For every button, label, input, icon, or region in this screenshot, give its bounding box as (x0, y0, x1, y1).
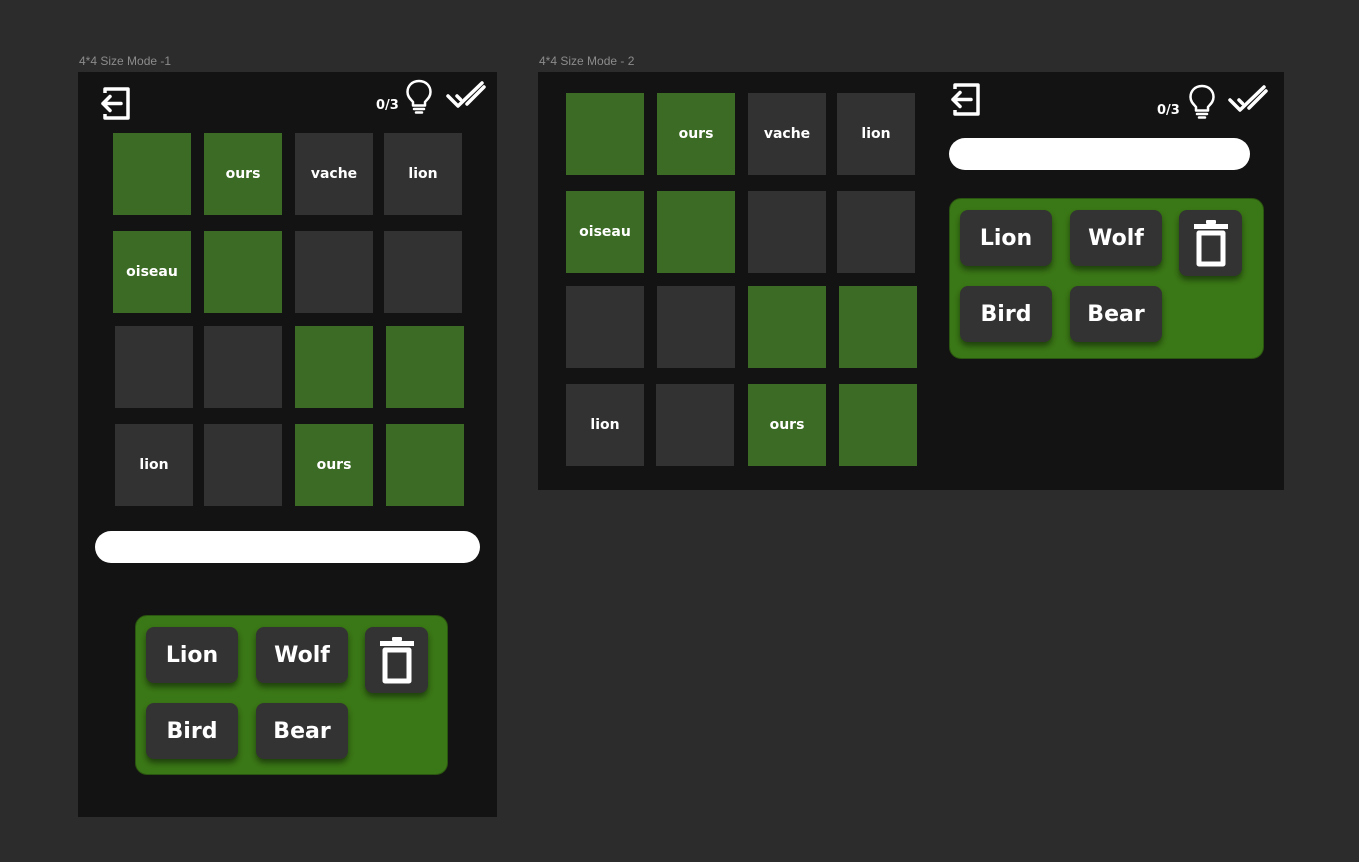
grid-cell[interactable] (657, 286, 735, 368)
frame-label-mode-2: 4*4 Size Mode - 2 (539, 54, 635, 68)
grid-cell[interactable] (656, 384, 734, 466)
grid-cell[interactable] (204, 424, 282, 506)
grid-cell-text: ours (769, 417, 805, 433)
grid-cell[interactable] (566, 286, 644, 368)
grid-cell[interactable]: ours (748, 384, 826, 466)
grid-cell-text: lion (139, 457, 169, 473)
frame-mode-1: 0/3 ours vache lion oiseau lion ours Lio… (78, 72, 497, 817)
double-check-icon (1228, 85, 1268, 112)
word-chip-bird[interactable]: Bird (146, 703, 238, 759)
frame-label-mode-1: 4*4 Size Mode -1 (79, 54, 172, 68)
grid-cell-text: ours (678, 126, 714, 142)
double-check-icon (446, 81, 486, 108)
word-chip-wolf[interactable]: Wolf (256, 627, 348, 683)
word-chip-lion[interactable]: Lion (960, 210, 1052, 266)
grid-cell-text: ours (225, 166, 261, 182)
grid-cell[interactable]: ours (204, 133, 282, 215)
grid-cell[interactable]: lion (837, 93, 915, 175)
grid-cell-text: vache (763, 126, 811, 142)
word-bank-panel: Lion Wolf Bird Bear (949, 198, 1264, 359)
grid-cell[interactable]: ours (657, 93, 735, 175)
lightbulb-icon (1189, 84, 1215, 119)
word-bank-panel: Lion Wolf Bird Bear (135, 615, 448, 775)
grid-cell[interactable]: oiseau (113, 231, 191, 313)
delete-button[interactable] (365, 627, 428, 693)
grid-cell[interactable] (204, 326, 282, 408)
grid-cell[interactable]: ours (295, 424, 373, 506)
grid-cell[interactable]: lion (115, 424, 193, 506)
grid-cell[interactable] (566, 93, 644, 175)
grid-cell[interactable] (748, 191, 826, 273)
exit-button[interactable] (947, 82, 982, 117)
grid-cell[interactable]: vache (748, 93, 826, 175)
grid-cell[interactable] (839, 384, 917, 466)
frame-mode-2: ours vache lion oiseau lion ours 0/3 Lio… (538, 72, 1284, 490)
grid-cell-text: vache (310, 166, 358, 182)
exit-arrow-icon (951, 83, 980, 116)
grid-cell[interactable]: lion (384, 133, 462, 215)
grid-cell[interactable] (748, 286, 826, 368)
hint-button[interactable] (405, 79, 433, 115)
grid-cell-text: oiseau (126, 264, 178, 280)
grid-cell-text: oiseau (579, 224, 631, 240)
hint-button[interactable] (1188, 84, 1216, 120)
word-chip-wolf[interactable]: Wolf (1070, 210, 1162, 266)
grid-cell[interactable] (839, 286, 917, 368)
word-chip-bear[interactable]: Bear (1070, 286, 1162, 342)
validate-button[interactable] (1228, 84, 1268, 116)
grid-cell[interactable] (837, 191, 915, 273)
answer-input[interactable] (95, 531, 480, 563)
grid-cell-text: lion (590, 417, 620, 433)
exit-button[interactable] (97, 86, 132, 121)
grid-cell[interactable] (115, 326, 193, 408)
grid-cell[interactable] (204, 231, 282, 313)
grid-cell-text: lion (861, 126, 891, 142)
grid-cell[interactable] (657, 191, 735, 273)
grid-cell[interactable] (295, 231, 373, 313)
word-chip-bird[interactable]: Bird (960, 286, 1052, 342)
word-chip-bear[interactable]: Bear (256, 703, 348, 759)
delete-button[interactable] (1179, 210, 1242, 276)
hint-counter: 0/3 (1157, 103, 1180, 118)
grid-cell[interactable] (384, 231, 462, 313)
grid-cell[interactable] (113, 133, 191, 215)
grid-cell[interactable] (295, 326, 373, 408)
lightbulb-icon (406, 79, 432, 114)
trash-icon (379, 637, 414, 684)
grid-cell-text: ours (316, 457, 352, 473)
grid-cell[interactable]: lion (566, 384, 644, 466)
grid-cell[interactable]: oiseau (566, 191, 644, 273)
grid-cell[interactable] (386, 424, 464, 506)
grid-cell-text: lion (408, 166, 438, 182)
grid-cell[interactable]: vache (295, 133, 373, 215)
answer-input[interactable] (949, 138, 1250, 170)
validate-button[interactable] (446, 80, 486, 112)
grid-cell[interactable] (386, 326, 464, 408)
word-chip-lion[interactable]: Lion (146, 627, 238, 683)
hint-counter: 0/3 (376, 98, 399, 113)
exit-arrow-icon (101, 87, 130, 120)
trash-icon (1193, 220, 1228, 267)
